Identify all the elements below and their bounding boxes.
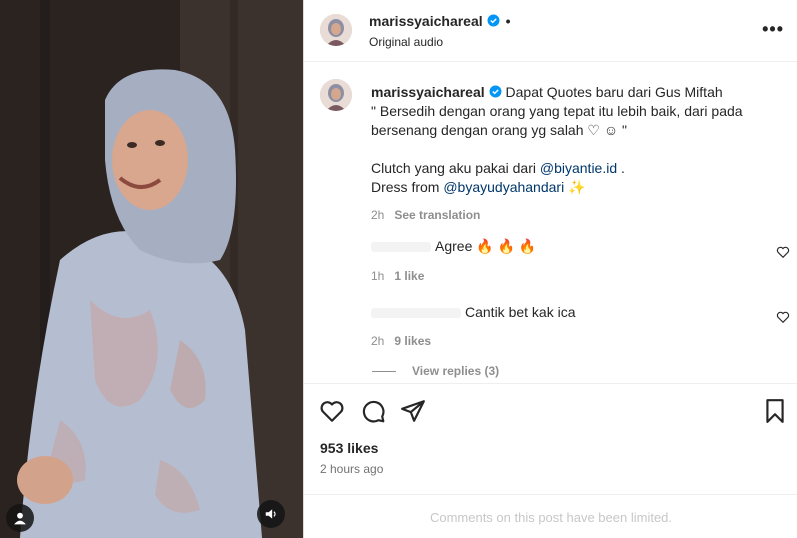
caption-avatar[interactable]	[320, 79, 352, 111]
comment-likes[interactable]: 1 like	[394, 269, 424, 283]
more-icon[interactable]: •••	[762, 20, 784, 38]
audio-toggle-button[interactable]	[257, 500, 285, 528]
comment-icon[interactable]	[360, 398, 386, 424]
share-icon[interactable]	[400, 398, 426, 424]
heart-icon[interactable]	[319, 398, 345, 424]
comment-like-heart-icon[interactable]	[776, 245, 790, 259]
user-tag-icon	[14, 512, 26, 525]
likes-count[interactable]: 953 likes	[320, 440, 378, 456]
comment-item: Agree 🔥 🔥 🔥 1h 1 like	[371, 238, 771, 283]
post-actions: 953 likes 2 hours ago Comments on this p…	[304, 383, 797, 538]
user-tag-button[interactable]	[6, 504, 34, 532]
verified-icon	[487, 14, 500, 27]
caption-line: Dapat Quotes baru dari Gus Miftah	[505, 84, 723, 100]
comment-time[interactable]: 2h	[371, 334, 384, 348]
comments-limited-notice: Comments on this post have been limited.	[304, 494, 797, 538]
comment-text: Agree 🔥 🔥 🔥	[435, 238, 537, 254]
comment-text: Cantik bet kak ica	[465, 304, 576, 320]
comment-username-blurred[interactable]	[371, 308, 461, 319]
audio-label[interactable]: Original audio	[369, 35, 443, 49]
caption-line: Clutch yang aku pakai dari	[371, 160, 540, 176]
view-replies-button[interactable]: View replies (3)	[372, 364, 499, 378]
mention-link[interactable]: @byayudyahandari	[443, 179, 564, 195]
comment-like-heart-icon[interactable]	[776, 310, 790, 324]
sparkle-emoji: ✨	[564, 179, 586, 195]
caption-line: Dress from	[371, 179, 444, 195]
view-replies-label: View replies (3)	[412, 364, 500, 378]
username-link[interactable]: marissyaichareal	[369, 13, 483, 29]
post-media[interactable]	[0, 0, 303, 538]
bookmark-icon[interactable]	[762, 398, 788, 424]
caption-line: " Bersedih dengan orang yang tepat itu l…	[371, 103, 743, 119]
avatar[interactable]	[320, 14, 352, 46]
audio-icon	[265, 509, 276, 519]
post-header: marissyaichareal • Original audio •••	[304, 0, 797, 62]
comment-item: Cantik bet kak ica 2h 9 likes	[371, 304, 771, 348]
header-username[interactable]: marissyaichareal •	[369, 13, 511, 29]
comment-likes[interactable]: 9 likes	[394, 334, 431, 348]
avatar-image	[320, 14, 352, 46]
see-translation-button[interactable]: See translation	[394, 208, 480, 222]
caption-username[interactable]: marissyaichareal	[371, 84, 485, 100]
comments-list: marissyaichareal Dapat Quotes baru dari …	[304, 63, 797, 383]
caption-line: bersenang dengan orang yg salah ♡ ☺ "	[371, 122, 627, 138]
caption-meta: 2h See translation	[371, 206, 781, 225]
mention-link[interactable]: @biyantie.id	[540, 160, 617, 176]
replies-divider	[372, 371, 396, 373]
post-timestamp[interactable]: 2 hours ago	[320, 462, 383, 476]
post-photo	[0, 0, 303, 538]
comment-meta: 1h 1 like	[371, 269, 771, 283]
separator-dot: •	[505, 13, 511, 29]
post-details-panel: marissyaichareal • Original audio ••• mar…	[303, 0, 797, 538]
comment-time[interactable]: 1h	[371, 269, 384, 283]
caption-line: .	[617, 160, 625, 176]
verified-icon	[489, 85, 502, 98]
caption-text: marissyaichareal Dapat Quotes baru dari …	[371, 83, 781, 225]
comment-username-blurred[interactable]	[371, 242, 431, 253]
avatar-image	[320, 79, 352, 111]
caption-time[interactable]: 2h	[371, 208, 384, 222]
comment-meta: 2h 9 likes	[371, 334, 771, 348]
